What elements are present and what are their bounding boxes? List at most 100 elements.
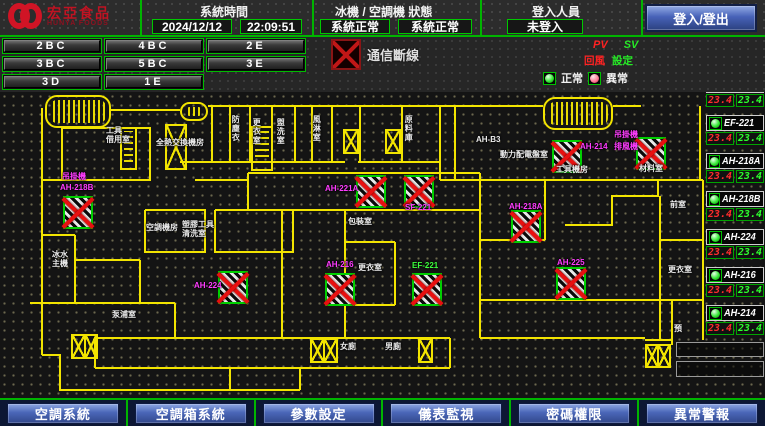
floor-buttons: 2BC 4BC 2E 3BC 5BC 3E 3D 1E — [2, 38, 322, 92]
ahu-offline-icon[interactable] — [218, 271, 248, 304]
device-pv-value: 23.4 — [706, 284, 734, 297]
device-plate[interactable]: AH-224 — [706, 229, 764, 245]
abnormal-led-icon — [588, 72, 601, 85]
nav-cell: 空調系統 — [0, 400, 128, 426]
floor-button[interactable]: 2E — [208, 40, 304, 52]
device-item: AH-218B 23.4 23.4 — [706, 191, 764, 221]
device-name: AH-218B — [722, 194, 760, 205]
floor-plan: 工具 借用室全熱交換機房防塵衣更衣室盥洗室風淋室原料庫AH-B3動力配電盤室工具… — [0, 92, 765, 398]
device-plate[interactable]: AH-216 — [706, 267, 764, 283]
device-name: AH-218A — [722, 156, 760, 167]
device-led-icon — [709, 117, 722, 130]
device-name: EF-221 — [724, 118, 754, 129]
abnormal-label: 異常 — [606, 70, 628, 86]
nav-button[interactable]: 異常警報 — [646, 403, 758, 424]
ahu-offline-icon[interactable] — [556, 267, 586, 300]
nav-button[interactable]: 空調箱系統 — [135, 403, 247, 424]
device-plate[interactable]: EF-221 — [706, 115, 764, 131]
spare-slot-box — [676, 342, 764, 357]
sv-name-label: 設定 — [612, 53, 633, 68]
pv-label: PV — [593, 39, 608, 51]
ahu-offline-icon[interactable] — [412, 273, 442, 306]
device-pv-value: 23.4 — [706, 132, 734, 145]
device-item: AH-214 23.4 23.4 — [706, 305, 764, 335]
ahu-offline-icon[interactable] — [511, 210, 541, 243]
device-item: AH-218A 23.4 23.4 — [706, 153, 764, 183]
login-user-value: 未登入 — [507, 19, 583, 34]
ahu-offline-icon[interactable] — [63, 196, 93, 229]
system-time-value: 22:09:51 — [240, 19, 302, 34]
header-bar: 宏亞食品 HUNYA FOODS 系統時間 2024/12/12 22:09:5… — [0, 0, 765, 37]
device-sv-value: 23.4 — [736, 94, 764, 107]
ahu-status-value: 系統正常 — [398, 19, 472, 34]
plan-label: AH-214 — [580, 142, 608, 151]
device-plate[interactable]: AH-214 — [706, 305, 764, 321]
nav-cell: 密碼權限 — [511, 400, 639, 426]
ahu-offline-icon[interactable] — [356, 175, 386, 208]
floor-button[interactable]: 3E — [208, 58, 304, 70]
nav-button[interactable]: 密碼權限 — [518, 403, 630, 424]
company-logo: 宏亞食品 HUNYA FOODS — [8, 3, 111, 29]
device-sv-value: 23.4 — [736, 208, 764, 221]
plan-label: 塑膠工具 清洗室 — [182, 220, 214, 238]
plan-label: AH-221A — [325, 184, 358, 193]
plan-label: 包裝室 — [348, 217, 372, 226]
header-divider — [641, 0, 643, 37]
plan-label: 冰水 主機 — [52, 250, 68, 268]
stair-icon — [543, 97, 613, 130]
nav-button[interactable]: 儀表監視 — [390, 403, 502, 424]
stair-icon — [180, 102, 208, 121]
floor-button[interactable]: 4BC — [106, 40, 202, 52]
plan-label: SF-221 — [405, 203, 431, 212]
system-time-label: 系統時間 — [200, 3, 248, 20]
floor-button[interactable]: 1E — [106, 76, 202, 88]
plan-label: 空調機房 — [146, 223, 178, 232]
pv-name-label: 回風 — [584, 53, 605, 68]
comm-loss-icon — [331, 39, 361, 70]
logo-subname: HUNYA FOODS — [47, 20, 111, 27]
floor-button[interactable]: 5BC — [106, 58, 202, 70]
plan-label: 排風機 — [614, 142, 638, 151]
nav-cell: 空調箱系統 — [128, 400, 256, 426]
nav-button[interactable]: 參數設定 — [263, 403, 375, 424]
comm-loss-legend: 通信斷線 — [331, 39, 419, 70]
plan-label: 動力配電盤室 — [500, 150, 548, 159]
device-led-icon — [709, 307, 722, 320]
plan-label: 原料庫 — [404, 115, 413, 142]
elevator-shaft-icon — [343, 129, 359, 154]
device-item: AH-224 23.4 23.4 — [706, 229, 764, 259]
plan-label: 前室 — [670, 200, 686, 209]
plan-label: 泵浦室 — [112, 310, 136, 319]
floor-button[interactable]: 2BC — [4, 40, 100, 52]
plan-label: AH-218A — [509, 202, 542, 211]
sv-label: SV — [624, 39, 639, 51]
device-item: AH-216 23.4 23.4 — [706, 267, 764, 297]
elevator-shaft-icon — [71, 334, 98, 359]
device-sv-value: 23.4 — [736, 246, 764, 259]
nav-cell: 參數設定 — [256, 400, 384, 426]
bottom-nav: 空調系統 空調箱系統 參數設定 儀表監視 密碼權限 異常警報 — [0, 398, 765, 426]
floor-button[interactable]: 3D — [4, 76, 100, 88]
plan-label: 盥洗室 — [276, 118, 285, 145]
hvac-monitoring-screen: 工具 借用室全熱交換機房防塵衣更衣室盥洗室風淋室原料庫AH-B3動力配電盤室工具… — [0, 0, 765, 426]
plan-label: 全熱交換機房 — [156, 138, 204, 147]
device-plate[interactable]: AH-218B — [706, 191, 764, 207]
comm-loss-label: 通信斷線 — [367, 45, 419, 64]
device-plate[interactable]: AH-218A — [706, 153, 764, 169]
plan-label: 吊掛機 — [614, 130, 638, 139]
sub-header: 2BC 4BC 2E 3BC 5BC 3E 3D 1E 通信斷線 PV SV 回風 設定 正常… — [0, 37, 765, 92]
elevator-shaft-icon — [418, 338, 433, 363]
plan-label: 風淋室 — [312, 115, 321, 142]
header-divider — [312, 0, 314, 37]
status-legend: 正常 異常 — [543, 70, 628, 86]
device-pv-value: 23.4 — [706, 322, 734, 335]
plan-label: 更衣室 — [252, 118, 261, 145]
system-date-value: 2024/12/12 — [152, 19, 232, 34]
floor-button[interactable]: 3BC — [4, 58, 100, 70]
nav-button[interactable]: 空調系統 — [7, 403, 119, 424]
plan-label: AH-224 — [194, 281, 222, 290]
ahu-offline-icon[interactable] — [325, 273, 355, 306]
login-logout-button[interactable]: 登入/登出 — [645, 4, 757, 32]
device-led-icon — [709, 231, 722, 244]
device-led-icon — [709, 269, 722, 282]
